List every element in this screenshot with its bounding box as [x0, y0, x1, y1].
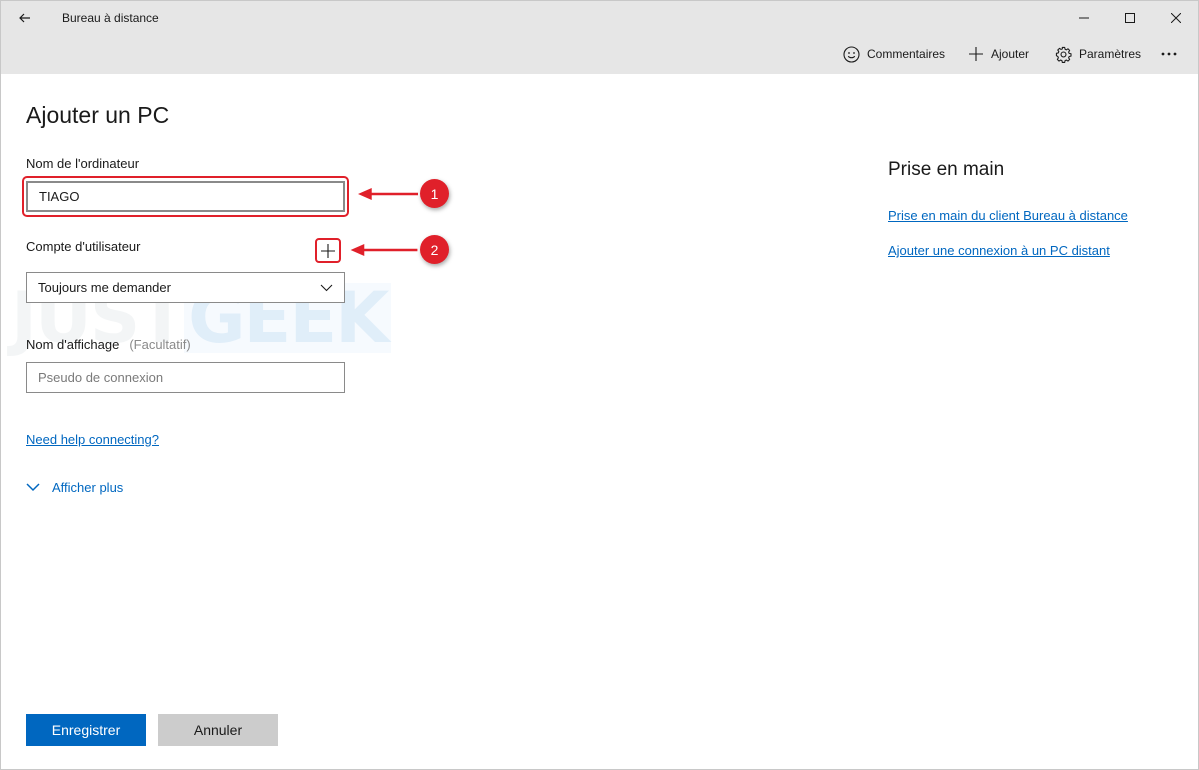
annotation-arrow-2-icon — [350, 244, 418, 256]
maximize-button[interactable] — [1107, 1, 1153, 35]
feedback-label: Commentaires — [867, 47, 946, 61]
plus-icon — [969, 47, 983, 61]
close-button[interactable] — [1153, 1, 1199, 35]
getting-started-title: Prise en main — [888, 159, 1005, 180]
back-button[interactable] — [11, 6, 39, 30]
smiley-icon — [843, 45, 860, 63]
user-account-select[interactable]: Toujours me demander — [26, 272, 345, 303]
command-bar: Commentaires Ajouter Paramètres — [1, 35, 1198, 74]
add-remote-pc-link[interactable]: Ajouter une connexion à un PC distant — [888, 243, 1110, 258]
annotation-badge-1: 1 — [420, 179, 449, 208]
add-label: Ajouter — [991, 47, 1030, 61]
help-link[interactable]: Need help connecting? — [26, 432, 159, 447]
maximize-icon — [1125, 13, 1135, 23]
user-account-label: Compte d'utilisateur — [26, 239, 141, 254]
annotation-highlight-1 — [22, 176, 349, 217]
close-icon — [1171, 13, 1181, 23]
minimize-icon — [1079, 17, 1089, 19]
chevron-down-icon — [320, 284, 333, 291]
display-name-field[interactable] — [26, 362, 345, 393]
plus-icon — [321, 243, 335, 258]
more-icon — [1161, 52, 1177, 56]
app-window: Bureau à distance Commentaires Ajouter P… — [0, 0, 1199, 770]
chevron-down-icon — [26, 483, 40, 492]
optional-hint: (Facultatif) — [129, 337, 191, 352]
save-button[interactable]: Enregistrer — [26, 714, 146, 746]
display-name-input[interactable] — [38, 370, 333, 385]
show-more-expander[interactable]: Afficher plus — [26, 480, 123, 495]
show-more-label: Afficher plus — [52, 480, 124, 495]
user-account-selected: Toujours me demander — [38, 280, 171, 295]
more-options-button[interactable] — [1161, 43, 1177, 65]
getting-started-link[interactable]: Prise en main du client Bureau à distanc… — [888, 208, 1128, 223]
computer-name-label: Nom de l'ordinateur — [26, 156, 140, 171]
gear-icon — [1055, 46, 1072, 63]
settings-button[interactable]: Paramètres — [1055, 43, 1141, 65]
display-name-label: Nom d'affichage — [26, 337, 120, 352]
page-title: Ajouter un PC — [26, 102, 170, 128]
minimize-button[interactable] — [1061, 1, 1107, 35]
annotation-badge-2: 2 — [420, 235, 449, 264]
title-bar: Bureau à distance — [1, 1, 1198, 35]
app-title: Bureau à distance — [62, 11, 159, 25]
annotation-arrow-1-icon — [358, 188, 418, 200]
cancel-button[interactable]: Annuler — [158, 714, 278, 746]
back-arrow-icon — [19, 13, 30, 23]
add-user-account-button[interactable] — [315, 238, 341, 263]
add-button[interactable]: Ajouter — [968, 43, 1029, 65]
display-name-label-row: Nom d'affichage (Facultatif) — [26, 337, 191, 352]
feedback-button[interactable]: Commentaires — [843, 43, 945, 65]
settings-label: Paramètres — [1079, 47, 1142, 61]
